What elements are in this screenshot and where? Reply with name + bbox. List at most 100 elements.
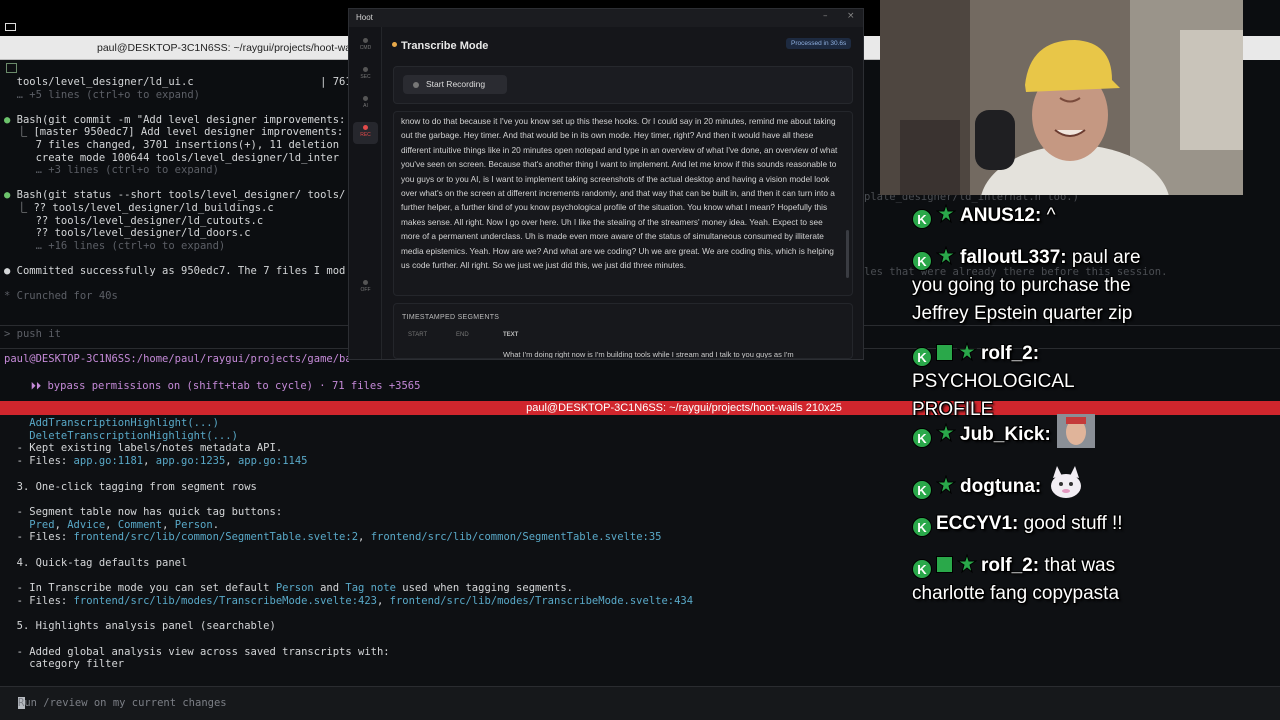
- terminal-line-text: ?? tools/level_designer/ld_cutouts.c: [4, 214, 264, 227]
- terminal-line: ⎿ [master 950edc7] Add level designer im…: [4, 126, 344, 139]
- terminal-line-segment: and: [313, 582, 346, 595]
- terminal-line-segment: ,: [54, 518, 68, 531]
- transcript-panel[interactable]: know to do that because it I've you know…: [393, 111, 853, 296]
- sidebar-item-cmd[interactable]: CMD: [353, 35, 378, 57]
- chat-username: falloutL337:: [960, 247, 1067, 268]
- terminal-line: create mode 100644 tools/level_designer/…: [4, 152, 339, 165]
- terminal-line-segment: - Segment table now has quick tag button…: [4, 505, 283, 518]
- window-icon: [5, 23, 16, 31]
- sidebar-item-off[interactable]: OFF: [353, 277, 378, 299]
- terminal-line-segment: .: [212, 518, 220, 531]
- terminal-line-text: Bash(git status --short tools/level_desi…: [16, 189, 346, 202]
- sidebar-item-ai[interactable]: AI: [353, 93, 378, 115]
- terminal-line-text: ?? tools/level_designer/ld_doors.c: [4, 227, 251, 240]
- chat-username: ANUS12:: [960, 205, 1042, 226]
- sidebar-item-label: AI: [363, 103, 368, 109]
- kick-badge-icon: K: [912, 517, 932, 537]
- start-recording-button[interactable]: Start Recording: [403, 75, 507, 94]
- terminal-app-icon: [6, 63, 17, 73]
- terminal-line: - Files: app.go:1181, app.go:1235, app.g…: [4, 455, 308, 468]
- terminal-line: category filter: [4, 658, 124, 671]
- processed-badge: Processed in 30.6s: [786, 38, 852, 49]
- terminal-line: AddTranscriptionHighlight(...): [4, 417, 219, 430]
- terminal-line-segment: ,: [358, 531, 371, 544]
- chat-message: K ECCYV1: good stuff !!: [912, 510, 1152, 538]
- terminal-line: > push it: [4, 328, 61, 341]
- segment-row-text[interactable]: What I'm doing right now is I'm building…: [503, 350, 794, 358]
- subscriber-badge-icon: [936, 344, 953, 361]
- terminal-line: … +16 lines (ctrl+o to expand): [4, 240, 226, 253]
- sidebar-item-sec[interactable]: SEC: [353, 64, 378, 86]
- sidebar-item-label: OFF: [360, 287, 371, 293]
- terminal-line-text: … +5 lines (ctrl+o to expand): [4, 88, 200, 101]
- webcam-feed: [880, 0, 1243, 195]
- bullet-icon: ●: [4, 189, 17, 202]
- terminal-line: DeleteTranscriptionHighlight(...): [4, 430, 238, 443]
- terminal-line-segment: Pred: [4, 518, 55, 531]
- terminal-line-text: * Crunched for 40s: [4, 290, 118, 303]
- verified-badge-icon: [956, 341, 978, 362]
- terminal-line-segment: app.go:1235: [155, 455, 226, 468]
- sidebar-item-label: SEC: [360, 74, 371, 80]
- terminal-line-text: … +3 lines (ctrl+o to expand): [4, 164, 219, 177]
- chat-username: dogtuna:: [960, 476, 1042, 497]
- chat-message: K Jub_Kick:: [912, 414, 1152, 457]
- prompt-input-placeholder[interactable]: Run /review on my current changes: [18, 697, 227, 710]
- verified-badge-icon: [956, 553, 978, 574]
- kick-badge-icon: K: [912, 480, 932, 500]
- segments-col-end: END: [456, 332, 469, 338]
- terminal-line: - Segment table now has quick tag button…: [4, 505, 283, 519]
- terminal-line: paul@DESKTOP-3C1N6SS:/home/paul/raygui/p…: [4, 353, 349, 366]
- terminal-line-segment: category filter: [4, 658, 125, 671]
- segments-heading: TIMESTAMPED SEGMENTS: [402, 314, 500, 321]
- terminal-line-segment: ,: [376, 594, 390, 607]
- kick-badge-icon: K: [912, 209, 932, 229]
- kick-badge-icon: K: [912, 559, 932, 579]
- security-icon: [363, 67, 368, 72]
- chat-message: K ANUS12: ^: [912, 202, 1152, 230]
- kick-badge-icon: K: [912, 251, 932, 271]
- record-icon: [363, 125, 368, 130]
- minimize-icon[interactable]: –: [823, 11, 828, 21]
- terminal-line: - Added global analysis view across save…: [4, 646, 390, 659]
- terminal-line-segment: ,: [162, 518, 175, 531]
- transcript-text: know to do that because it I've you know…: [401, 116, 838, 271]
- top-terminal-title: paul@DESKTOP-3C1N6SS: ~/raygui/projects/…: [97, 42, 362, 54]
- record-panel: Start Recording: [393, 66, 853, 104]
- hoot-titlebar: Hoot – ×: [349, 9, 863, 27]
- chat-message: Krolf_2: that was charlotte fang copypas…: [912, 552, 1152, 608]
- terminal-line-text: ⎿ [master 950edc7] Add level designer im…: [4, 126, 344, 139]
- sidebar-item-rec[interactable]: REC: [353, 122, 378, 144]
- terminal-line: * Crunched for 40s: [4, 290, 118, 303]
- terminal-line: - In Transcribe mode you can set default…: [4, 582, 573, 595]
- kick-badge-icon: K: [912, 428, 932, 448]
- terminal-line: Pred, Advice, Comment, Person.: [4, 519, 219, 532]
- prompt-input-bar[interactable]: Run /review on my current changes: [0, 686, 1280, 720]
- terminal-line-segment: used when tagging segments.: [395, 582, 573, 595]
- transcript-scrollbar[interactable]: [846, 230, 849, 278]
- terminal-line-segment: - Kept existing labels/notes metadata AP…: [4, 442, 283, 455]
- verified-badge-icon: [935, 474, 957, 495]
- terminal-line-segment: frontend/src/lib/common/SegmentTable.sve…: [370, 531, 662, 544]
- terminal-line-segment: 5. Highlights analysis panel (searchable…: [4, 620, 276, 633]
- hoot-window[interactable]: Hoot – × CMD SEC AI REC OFF Transcribe M…: [348, 8, 864, 360]
- terminal-line-segment: frontend/src/lib/modes/TranscribeMode.sv…: [73, 594, 377, 607]
- permission-status-line: ⏵⏵ bypass permissions on (shift+tab to c…: [18, 367, 421, 393]
- segments-col-text: TEXT: [503, 332, 519, 338]
- terminal-line-segment: Tag note: [345, 582, 396, 595]
- close-icon[interactable]: ×: [847, 11, 855, 21]
- terminal-line-segment: - Files:: [4, 455, 74, 468]
- sidebar-item-label: REC: [360, 132, 371, 138]
- terminal-line: 4. Quick-tag defaults panel: [4, 557, 188, 570]
- mode-dot-icon: [392, 42, 397, 47]
- terminal-line-text: create mode 100644 tools/level_designer/…: [4, 151, 340, 164]
- chat-username: ECCYV1:: [936, 513, 1019, 534]
- webcam-image: [880, 0, 1243, 195]
- terminal-line: tools/level_designer/ld_ui.c | 761 ++: [4, 76, 349, 89]
- terminal-line-segment: Advice: [67, 518, 106, 531]
- power-icon: [363, 280, 368, 285]
- chat-message: Krolf_2: PSYCHOLOGICAL PROFILE: [912, 340, 1152, 424]
- chat-text: good stuff !!: [1018, 513, 1123, 534]
- terminal-line: ● Bash(git commit -m "Add level designer…: [4, 114, 345, 127]
- chat-message: KfalloutL337: paul are you going to purc…: [912, 244, 1152, 328]
